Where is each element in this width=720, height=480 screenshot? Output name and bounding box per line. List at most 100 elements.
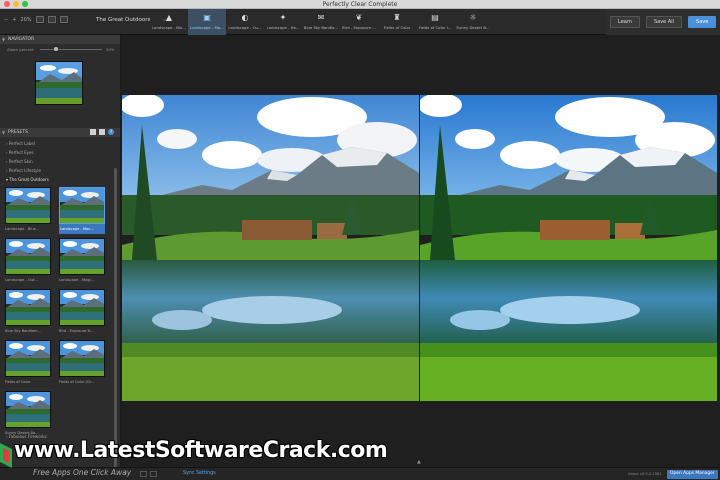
preset-thumbnail: [59, 289, 105, 326]
feather-icon: ❦: [355, 12, 363, 22]
zoom-controls: − + 20%: [4, 16, 68, 23]
preset-tile-label: Bird - Exposure B...: [59, 329, 94, 333]
preset-tile[interactable]: Blue Sky Bandlam...: [5, 289, 51, 336]
zoom-label: 20%: [20, 16, 32, 23]
zoom-in-icon[interactable]: +: [12, 17, 16, 23]
after-image[interactable]: [420, 95, 717, 401]
image-canvas[interactable]: ▲: [121, 35, 720, 467]
preset-category[interactable]: › Perfect Skin: [0, 157, 120, 166]
preset-strip-item[interactable]: ☼ Sunny Desert B...: [454, 9, 492, 35]
preset-thumbnail: [59, 187, 105, 224]
preset-strip-item[interactable]: ❦ Bird - Exposure ...: [340, 9, 378, 35]
panel-toggle-icon[interactable]: ▲: [417, 459, 421, 465]
preset-thumbnail: [5, 289, 51, 326]
preset-strip-item[interactable]: ▣ Landscape - Ma...: [188, 9, 226, 35]
presets-scrollbar[interactable]: [114, 168, 117, 470]
preset-tile[interactable]: Sunny Desert Bo...: [5, 391, 51, 438]
preset-strip-label: Blue Sky Bandla...: [303, 25, 339, 30]
navigator-thumbnail-image: [36, 62, 82, 104]
collapse-icon: ▼: [2, 37, 6, 42]
presets-header[interactable]: ▼ PRESETS ?: [0, 128, 120, 137]
preset-tile[interactable]: Fields of Color (Gr...: [59, 340, 105, 387]
preset-tile[interactable]: Landscape - Out...: [5, 238, 51, 285]
preset-tile-label: Fields of Color: [5, 380, 31, 384]
preset-strip-label: Fields of Color: [383, 25, 411, 30]
save-all-button[interactable]: Save All: [645, 16, 683, 28]
window-title: Perfectly Clear Complete: [322, 1, 398, 8]
preset-thumbnail: [5, 187, 51, 224]
about-version: About v3.5.0.1381: [628, 472, 662, 476]
preset-tile[interactable]: Landscape - Mou...: [59, 187, 105, 234]
learn-button[interactable]: Learn: [610, 16, 640, 28]
preset-category-label: Perfect Eyes: [8, 150, 34, 155]
preset-category-label: Perfect Lifestyle: [8, 168, 41, 173]
single-view-icon[interactable]: [35, 16, 44, 23]
open-apps-manager-button[interactable]: Open Apps Manager: [667, 470, 718, 479]
preset-thumbnail: [59, 340, 105, 377]
before-image[interactable]: [122, 95, 419, 401]
preset-strip: ▲ Landscape - Blu... ▣ Landscape - Ma... ◐ La…: [150, 9, 492, 35]
preset-tile-grid: Landscape - Blue... Landscape - Mou... Lan…: [0, 184, 120, 438]
castle-icon: ♜: [393, 12, 401, 22]
navigator-header[interactable]: ▼ NAVIGATOR: [0, 35, 120, 44]
preset-thumbnail: [5, 340, 51, 377]
presets-title: PRESETS: [8, 130, 28, 135]
photo-icon: ▣: [203, 12, 211, 22]
rotate-icon[interactable]: [140, 471, 147, 477]
preset-tile[interactable]: Landscape - Blue...: [5, 187, 51, 234]
list-view-icon[interactable]: [99, 129, 105, 135]
preset-strip-item[interactable]: ♜ Fields of Color: [378, 9, 416, 35]
action-buttons: Learn Save All Save: [606, 9, 720, 35]
help-icon[interactable]: ?: [108, 129, 114, 135]
half-circle-icon: ◐: [241, 12, 249, 22]
landscape-icon: ▤: [431, 12, 439, 22]
grid-view-icon[interactable]: [90, 129, 96, 135]
preset-category-label: Perfect Label: [8, 141, 35, 146]
preset-category-open[interactable]: ▾ The Great Outdoors: [0, 175, 120, 184]
zoom-out-icon[interactable]: −: [4, 17, 8, 23]
preset-strip-label: Fields of Color I...: [418, 25, 452, 30]
left-sidebar: ▼ NAVIGATOR Zoom percent 20% ▼ PRESETS ?…: [0, 35, 121, 470]
preset-tile[interactable]: Landscape - Magi...: [59, 238, 105, 285]
compare-icon[interactable]: [150, 471, 157, 477]
preset-strip-item[interactable]: ▲ Landscape - Blu...: [150, 9, 188, 35]
after-photo: [420, 95, 717, 401]
preset-category[interactable]: › Perfect Lifestyle: [0, 166, 120, 175]
navigator-thumbnail[interactable]: [35, 61, 83, 105]
save-button[interactable]: Save: [688, 16, 717, 28]
preset-thumbnail: [5, 391, 51, 428]
preset-strip-item[interactable]: ◐ Landscape - Ou...: [226, 9, 264, 35]
navigator-zoom-label: Zoom percent: [7, 47, 34, 52]
title-bar: Perfectly Clear Complete: [0, 0, 720, 9]
preset-strip-label: Bird - Exposure ...: [342, 25, 376, 30]
preset-tile-label: Landscape - Out...: [5, 278, 38, 282]
preset-category[interactable]: › Perfect Label: [0, 139, 120, 148]
navigator-zoom-value: 20%: [106, 47, 115, 52]
navigator-zoom-knob[interactable]: [54, 47, 58, 51]
chat-icon: ✉: [317, 12, 325, 22]
preset-tile[interactable]: Bird - Exposure B...: [59, 289, 105, 336]
preset-tile[interactable]: Fields of Color: [5, 340, 51, 387]
split-view-icon[interactable]: [47, 16, 56, 23]
preset-category[interactable]: › Perfect Eyes: [0, 148, 120, 157]
preset-strip-item[interactable]: ▤ Fields of Color I...: [416, 9, 454, 35]
side-by-side-view-icon[interactable]: [59, 16, 68, 23]
collapse-icon: ▼: [2, 130, 6, 135]
watermark-subtext: Free Apps One Click Away: [33, 468, 132, 477]
navigator-title: NAVIGATOR: [8, 37, 35, 42]
mountain-icon: ▲: [165, 12, 173, 22]
navigator-panel: Zoom percent 20%: [0, 44, 120, 128]
preset-strip-item[interactable]: ✦ Landscape - Ha...: [264, 9, 302, 35]
preset-tile-label: Blue Sky Bandlam...: [5, 329, 41, 333]
navigator-zoom-slider[interactable]: [40, 49, 102, 50]
preset-tile-label: Landscape - Magi...: [59, 278, 94, 282]
preset-strip-label: Sunny Desert B...: [456, 25, 490, 30]
sync-settings-link[interactable]: Sync Settings: [183, 471, 216, 476]
preset-tile-label: Landscape - Mou...: [59, 224, 105, 234]
watermark-logo-icon: [0, 443, 12, 468]
app-window: Perfectly Clear Complete − + 20% The Gre…: [0, 0, 720, 480]
preset-thumbnail: [5, 238, 51, 275]
preset-categories: › Perfect Label › Perfect Eyes › Perfect S…: [0, 137, 120, 175]
preset-strip-item[interactable]: ✉ Blue Sky Bandla...: [302, 9, 340, 35]
presets-tools: ?: [90, 129, 114, 135]
